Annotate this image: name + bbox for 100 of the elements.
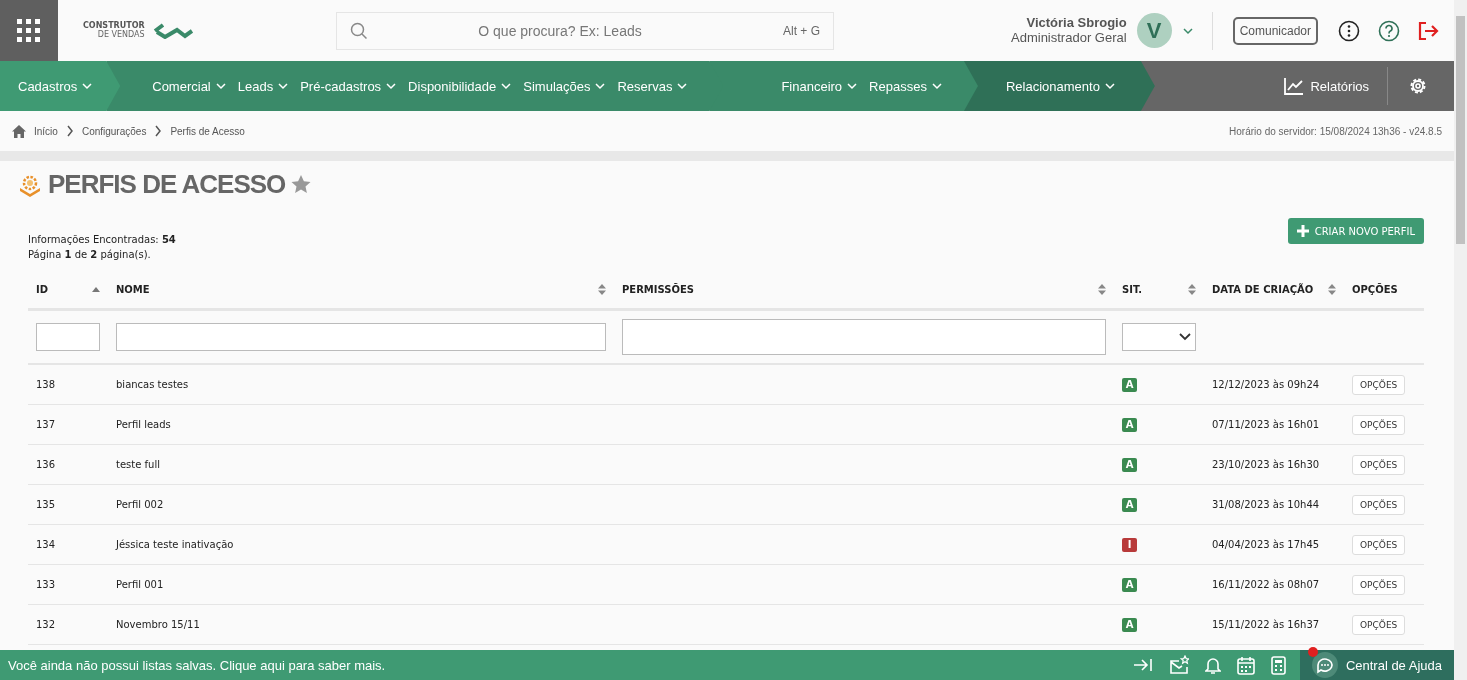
chevron-right-icon [65, 125, 74, 137]
id-cell: 132 [36, 619, 56, 630]
column-header[interactable]: ID [36, 283, 49, 295]
date-cell: 16/11/2022 às 08h07 [1212, 579, 1320, 590]
chevron-down-icon [677, 82, 688, 90]
status-badge: A [1122, 457, 1137, 472]
id-cell: 136 [36, 459, 56, 470]
status-badge: A [1122, 377, 1137, 392]
name-cell: Perfil 001 [116, 579, 164, 590]
logo-text: CONSTRUTOR [83, 21, 145, 30]
nav-menu-item[interactable]: Comercial [146, 78, 232, 94]
options-button[interactable]: OPÇÕES [1352, 414, 1406, 435]
pagination-info: Página 1 de 2 página(s). [28, 248, 152, 262]
options-button[interactable]: OPÇÕES [1352, 454, 1406, 475]
breadcrumb-link[interactable]: Início [34, 125, 58, 137]
scrollbar-thumb[interactable] [1456, 16, 1465, 244]
line-chart-icon [1284, 77, 1305, 95]
filter-input[interactable] [36, 323, 100, 351]
id-cell: 135 [36, 499, 56, 510]
sort-icon[interactable] [1098, 283, 1106, 295]
chevron-down-icon [847, 82, 858, 90]
apps-menu-button[interactable] [0, 0, 58, 61]
column-header[interactable]: NOME [116, 283, 150, 295]
column-header[interactable]: DATA DE CRIAÇÃO [1212, 283, 1314, 295]
chevron-down-icon [82, 82, 93, 90]
column-header[interactable]: OPÇÕES [1352, 283, 1398, 295]
settings-icon[interactable] [1408, 76, 1428, 96]
help-center-button[interactable]: Central de Ajuda [1299, 650, 1454, 680]
name-cell: biancas testes [116, 379, 189, 390]
calendar-icon[interactable] [1236, 655, 1255, 675]
bell-icon[interactable] [1204, 656, 1221, 674]
calculator-icon[interactable] [1270, 655, 1286, 675]
status-badge: A [1122, 577, 1137, 592]
logout-icon[interactable] [1418, 20, 1440, 41]
name-cell: Novembro 15/11 [116, 619, 200, 630]
options-button[interactable]: OPÇÕES [1352, 574, 1406, 595]
arrow-to-bar-icon[interactable] [1132, 657, 1153, 673]
breadcrumb-link[interactable]: Perfis de Acesso [170, 125, 245, 137]
page-title: PERFIS DE ACESSO [48, 169, 286, 200]
nav-menu-item[interactable]: Repasses [863, 78, 948, 94]
date-cell: 31/08/2023 às 10h44 [1212, 499, 1320, 510]
sort-icon[interactable] [1328, 283, 1336, 295]
id-cell: 138 [36, 379, 56, 390]
id-cell: 134 [36, 539, 56, 550]
nav-menu-item[interactable]: Leads [231, 78, 295, 94]
logo-subtext: DE VENDAS [97, 30, 145, 40]
name-cell: Perfil 002 [116, 499, 164, 510]
server-time: Horário do servidor: 15/08/2024 13h36 - v24.8.5 [1229, 125, 1442, 137]
id-cell: 137 [36, 419, 56, 430]
date-cell: 15/11/2022 às 16h37 [1212, 619, 1320, 630]
nav-menu-item[interactable]: Pré-cadastros [294, 78, 403, 94]
user-avatar[interactable]: V [1136, 13, 1172, 48]
communicator-button[interactable]: Comunicador [1232, 16, 1318, 45]
status-filter-select[interactable] [1122, 323, 1196, 351]
date-cell: 04/04/2023 às 17h45 [1212, 539, 1320, 550]
options-button[interactable]: OPÇÕES [1352, 374, 1406, 395]
chevron-down-icon [215, 82, 226, 90]
more-options-icon[interactable] [1338, 19, 1360, 42]
chevron-down-icon [501, 82, 512, 90]
name-cell: Perfil leads [116, 419, 171, 430]
chat-bubble-icon [1311, 652, 1338, 678]
reports-link[interactable]: Relatórios [1284, 77, 1369, 95]
logo-wave-icon [152, 22, 193, 39]
column-header[interactable]: SIT. [1122, 283, 1143, 295]
nav-menu-item[interactable]: Financeiro [775, 78, 864, 94]
favorite-star-icon[interactable] [291, 175, 312, 194]
chevron-down-icon [278, 82, 289, 90]
user-name: Victória Sbrogio [1026, 15, 1127, 31]
sort-ascending-icon[interactable] [92, 286, 100, 292]
sort-icon[interactable] [598, 283, 606, 295]
options-button[interactable]: OPÇÕES [1352, 534, 1406, 555]
nav-menu-item[interactable]: Disponibilidade [402, 78, 518, 94]
help-center-label: Central de Ajuda [1345, 657, 1442, 673]
chevron-down-icon[interactable] [1181, 26, 1194, 35]
chevron-down-icon [595, 82, 606, 90]
status-badge: A [1122, 417, 1137, 432]
search-icon [350, 21, 368, 40]
envelope-star-icon[interactable] [1168, 655, 1189, 675]
filter-input[interactable] [622, 319, 1106, 355]
plus-icon [1296, 225, 1309, 237]
chevron-down-icon [931, 82, 942, 90]
results-count: Informações Encontradas: 54 [28, 233, 176, 247]
shortcut-hint: Alt + G [783, 23, 820, 38]
nav-menu-item[interactable]: Relacionamento [999, 78, 1121, 94]
id-cell: 133 [36, 579, 56, 590]
grid-icon [17, 18, 41, 43]
chevron-down-icon [1179, 333, 1191, 341]
name-cell: teste full [116, 459, 160, 470]
sort-icon[interactable] [1188, 283, 1196, 295]
chevron-right-icon [154, 125, 163, 137]
chevron-down-icon [386, 82, 397, 90]
options-button[interactable]: OPÇÕES [1352, 494, 1406, 515]
breadcrumb-link[interactable]: Configurações [81, 125, 147, 137]
nav-menu-item[interactable]: Reservas [611, 78, 694, 94]
nav-menu-item[interactable]: Simulações [517, 78, 612, 94]
options-button[interactable]: OPÇÕES [1352, 614, 1406, 635]
help-icon[interactable] [1378, 19, 1400, 42]
filter-input[interactable] [116, 323, 606, 351]
date-cell: 23/10/2023 às 16h30 [1212, 459, 1320, 470]
column-header[interactable]: PERMISSÕES [622, 283, 695, 295]
